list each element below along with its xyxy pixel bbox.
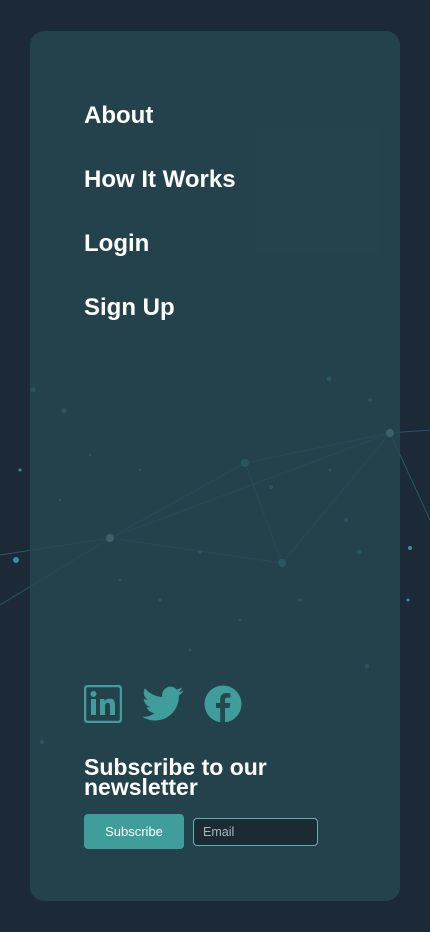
nav-link-sign-up[interactable]: Sign Up — [84, 291, 236, 325]
social-links — [84, 685, 262, 723]
nav-link-about[interactable]: About — [84, 99, 236, 133]
facebook-link[interactable] — [204, 685, 242, 723]
linkedin-link[interactable] — [84, 685, 122, 723]
nav-link-login[interactable]: Login — [84, 227, 236, 261]
menu-panel: About How It Works Login Sign Up Subscri — [30, 31, 400, 901]
twitter-link[interactable] — [142, 686, 184, 722]
twitter-icon — [142, 686, 184, 721]
newsletter-form: Subscribe — [84, 814, 318, 849]
nav-link-how-it-works[interactable]: How It Works — [84, 163, 236, 197]
linkedin-icon — [84, 685, 122, 723]
facebook-icon — [204, 685, 242, 723]
email-input[interactable] — [193, 817, 318, 846]
subscribe-button[interactable]: Subscribe — [84, 814, 184, 849]
main-nav: About How It Works Login Sign Up — [84, 99, 236, 355]
newsletter-title: Subscribe to our newsletter — [84, 754, 267, 800]
